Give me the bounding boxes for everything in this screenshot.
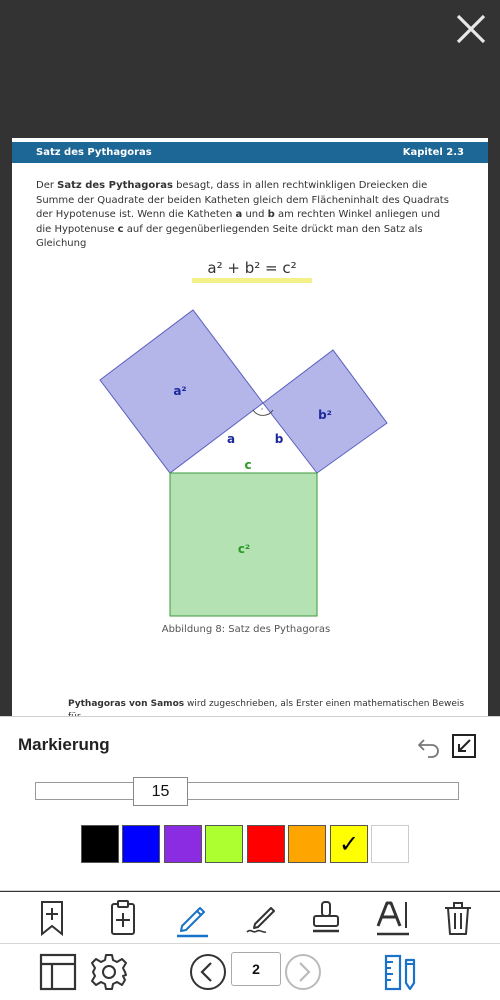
navigation-toolbar [0,944,500,1000]
previous-page-button[interactable] [188,952,228,992]
layout-icon [39,953,77,991]
label-side-c: c [244,458,251,472]
chevron-right-icon [285,954,321,990]
color-swatch-black[interactable] [81,825,119,863]
freehand-draw-button[interactable] [241,898,281,938]
highlight-panel: Markierung 15 ✓ [0,716,500,891]
label-b-squared: b² [318,408,332,422]
gear-icon [91,954,127,990]
color-swatch-yellow-selected[interactable]: ✓ [330,825,368,863]
label-side-a: a [227,432,235,446]
pen-icon [177,907,208,938]
add-note-button[interactable] [103,898,143,938]
ruler-pencil-icon [384,954,416,991]
para-bold: Pythagoras von Samos [68,699,185,709]
chevron-left-icon [190,954,226,990]
panel-title: Markierung [18,735,110,754]
highlighter-pen-button-active[interactable] [172,898,212,938]
trash-icon [445,902,471,935]
delete-button[interactable] [438,898,478,938]
pencil-scribble-icon [246,907,275,933]
stamp-icon [313,901,339,933]
undo-button[interactable] [416,735,442,759]
settings-button[interactable] [89,952,129,992]
text-tool-button[interactable] [373,898,413,938]
layout-button[interactable] [38,952,78,992]
label-side-b: b [275,432,284,446]
tools-button[interactable] [382,952,422,992]
close-button[interactable] [450,8,492,50]
color-swatch-purple[interactable] [164,825,202,863]
stroke-width-slider-track[interactable] [35,782,459,800]
annotation-toolbar [0,892,500,944]
pythagoras-figure: · a² b² c² a b c [99,309,388,617]
close-icon [456,14,486,44]
color-swatch-blue[interactable] [122,825,160,863]
text-cursor-icon [376,901,409,936]
check-icon: ✓ [338,830,360,858]
right-angle-dot: · [261,405,264,415]
stroke-width-slider-thumb[interactable]: 15 [133,777,188,806]
page-number-input[interactable] [231,952,281,986]
color-swatch-white[interactable] [371,825,409,863]
document-page: Satz des Pythagoras Kapitel 2.3 Der Satz… [12,138,488,718]
collapse-panel-button[interactable] [452,734,476,758]
next-page-button[interactable] [283,952,323,992]
bookmark-plus-icon [41,901,63,937]
clipboard-plus-icon [111,900,135,935]
label-c-squared: c² [238,542,250,556]
arrow-down-left-icon [458,739,471,752]
add-bookmark-button[interactable] [32,898,72,938]
color-swatch-orange[interactable] [288,825,326,863]
color-swatch-red[interactable] [247,825,285,863]
undo-icon [418,739,439,758]
body-paragraph: Pythagoras von Samos wird zugeschrieben,… [68,698,468,718]
figure-caption: Abbildung 8: Satz des Pythagoras [161,624,331,635]
label-a-squared: a² [173,384,186,398]
color-swatch-lime[interactable] [205,825,243,863]
stamp-button[interactable] [306,898,346,938]
